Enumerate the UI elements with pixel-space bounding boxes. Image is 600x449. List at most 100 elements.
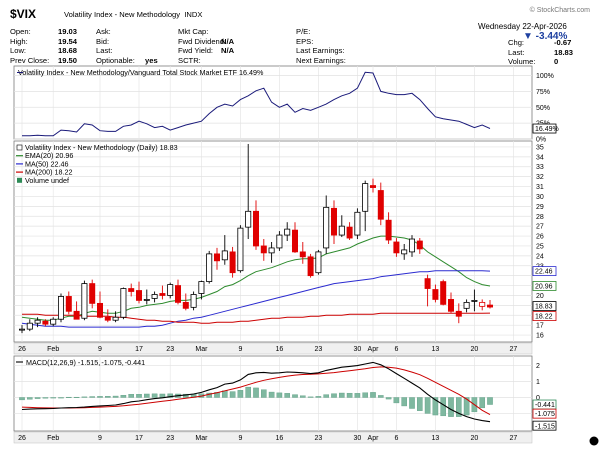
price-tick-label: 32 [536,174,544,181]
ratio-last-badge: 16.49% [532,123,559,134]
x-axis-label: 30 [354,435,362,442]
macd-hist-bar [300,395,306,398]
chart-canvas[interactable]: 100%75%50%25%0%Volatility Index - New Me… [0,0,600,449]
candle-body [206,253,213,283]
macd-tick-label: 2 [536,363,540,370]
macd-hist-bar [221,390,228,398]
macd-hist-bar [104,396,111,398]
x-axis-label: 23 [166,346,174,353]
x-axis-label: 9 [238,435,242,442]
candle-body [245,210,252,228]
candle-body [416,240,423,250]
candle-body [135,290,142,301]
candle-body [463,301,470,309]
candle-body [58,296,65,320]
price-badge: 20.96 [532,281,557,291]
macd-hist-bar [393,397,400,404]
candle [190,291,197,311]
candle-body [104,316,111,321]
macd-hist-bar [120,395,127,398]
price-tick-label: 25 [536,243,544,250]
ratio-last-badge-text: 16.49% [535,126,559,133]
candle-body [128,288,135,292]
macd-badge: -0.441 [532,399,557,410]
macd-hist-bar [128,394,135,398]
macd-hist-bar [245,386,252,398]
price-tick-label: 17 [536,323,544,330]
macd-hist-bar [151,393,158,398]
candle-body [252,210,259,247]
candle-body [268,247,275,254]
macd-hist-bar [159,393,166,398]
price-badge: 18.22 [532,311,557,321]
candle [315,249,322,275]
candle-body [120,288,127,318]
candle [81,280,88,321]
macd-hist-bar [323,394,330,398]
candle-body [151,294,158,299]
candle-body [221,250,228,261]
macd-hist-bar [339,392,345,398]
macd-hist-bar [409,397,415,409]
price-badge-text: 18.22 [535,314,553,321]
candle-body [369,185,376,188]
macd-badge: -1.515 [532,420,557,431]
candle-body [471,300,478,302]
x-axis-label: 9 [238,346,242,353]
candle-body [377,190,384,220]
candle [120,287,127,320]
x-axis-band-bottom [13,431,533,444]
ratio-legend: Volatility Index - New Methodology/Vangu… [18,68,264,77]
macd-hist-bar [58,397,64,399]
candle [229,246,236,278]
macd-hist-bar [42,397,49,399]
candle-body [408,238,415,253]
price-badge-text: 20.96 [535,284,553,291]
candle-body [190,294,197,308]
x-axis-label: Feb [47,346,59,353]
macd-hist-bar [417,397,423,411]
x-axis-label: 30 [354,346,362,353]
candle-body [440,281,447,305]
macd-hist-bar [284,393,291,398]
candle-body [330,207,337,236]
candle-body [354,211,361,236]
x-axis-label: 23 [166,435,174,442]
macd-hist-bar [424,397,431,414]
x-axis-label: Mar [195,435,208,442]
candle-body [284,228,291,236]
candle-body [486,304,493,308]
candle-body [18,328,25,331]
candle-body [159,293,166,296]
x-axis-label: Apr [368,346,380,353]
ratio-tick-label: 75% [536,89,550,96]
candle-body [346,226,353,239]
price-badge: 22.46 [532,266,557,277]
x-axis-label: Mar [195,346,208,353]
candle-body [174,285,181,303]
candle-body [424,278,431,289]
candle-body [455,310,462,317]
candle-body [393,241,400,254]
candle-body [323,206,330,249]
x-axis-label: 6 [394,346,398,353]
candle-body [97,302,104,318]
x-axis-label: 27 [510,346,518,353]
x-axis-label: 16 [276,346,284,353]
price-tick-label: 28 [536,214,544,221]
macd-hist-bar [370,392,376,398]
candle-body [50,318,57,325]
price-tick-label: 16 [536,333,544,340]
x-axis-label: 6 [394,435,398,442]
candle-body [432,289,439,300]
macd-tick-label: 1 [536,379,540,386]
candle-body [237,227,244,272]
macd-hist-bar [73,396,80,398]
candle-body [73,310,80,320]
candle-body [447,299,454,312]
macd-hist-bar [253,387,259,398]
macd-hist-bar [378,395,384,398]
macd-hist-bar [479,397,486,409]
candle-body [307,256,314,277]
macd-hist-bar [448,397,454,417]
